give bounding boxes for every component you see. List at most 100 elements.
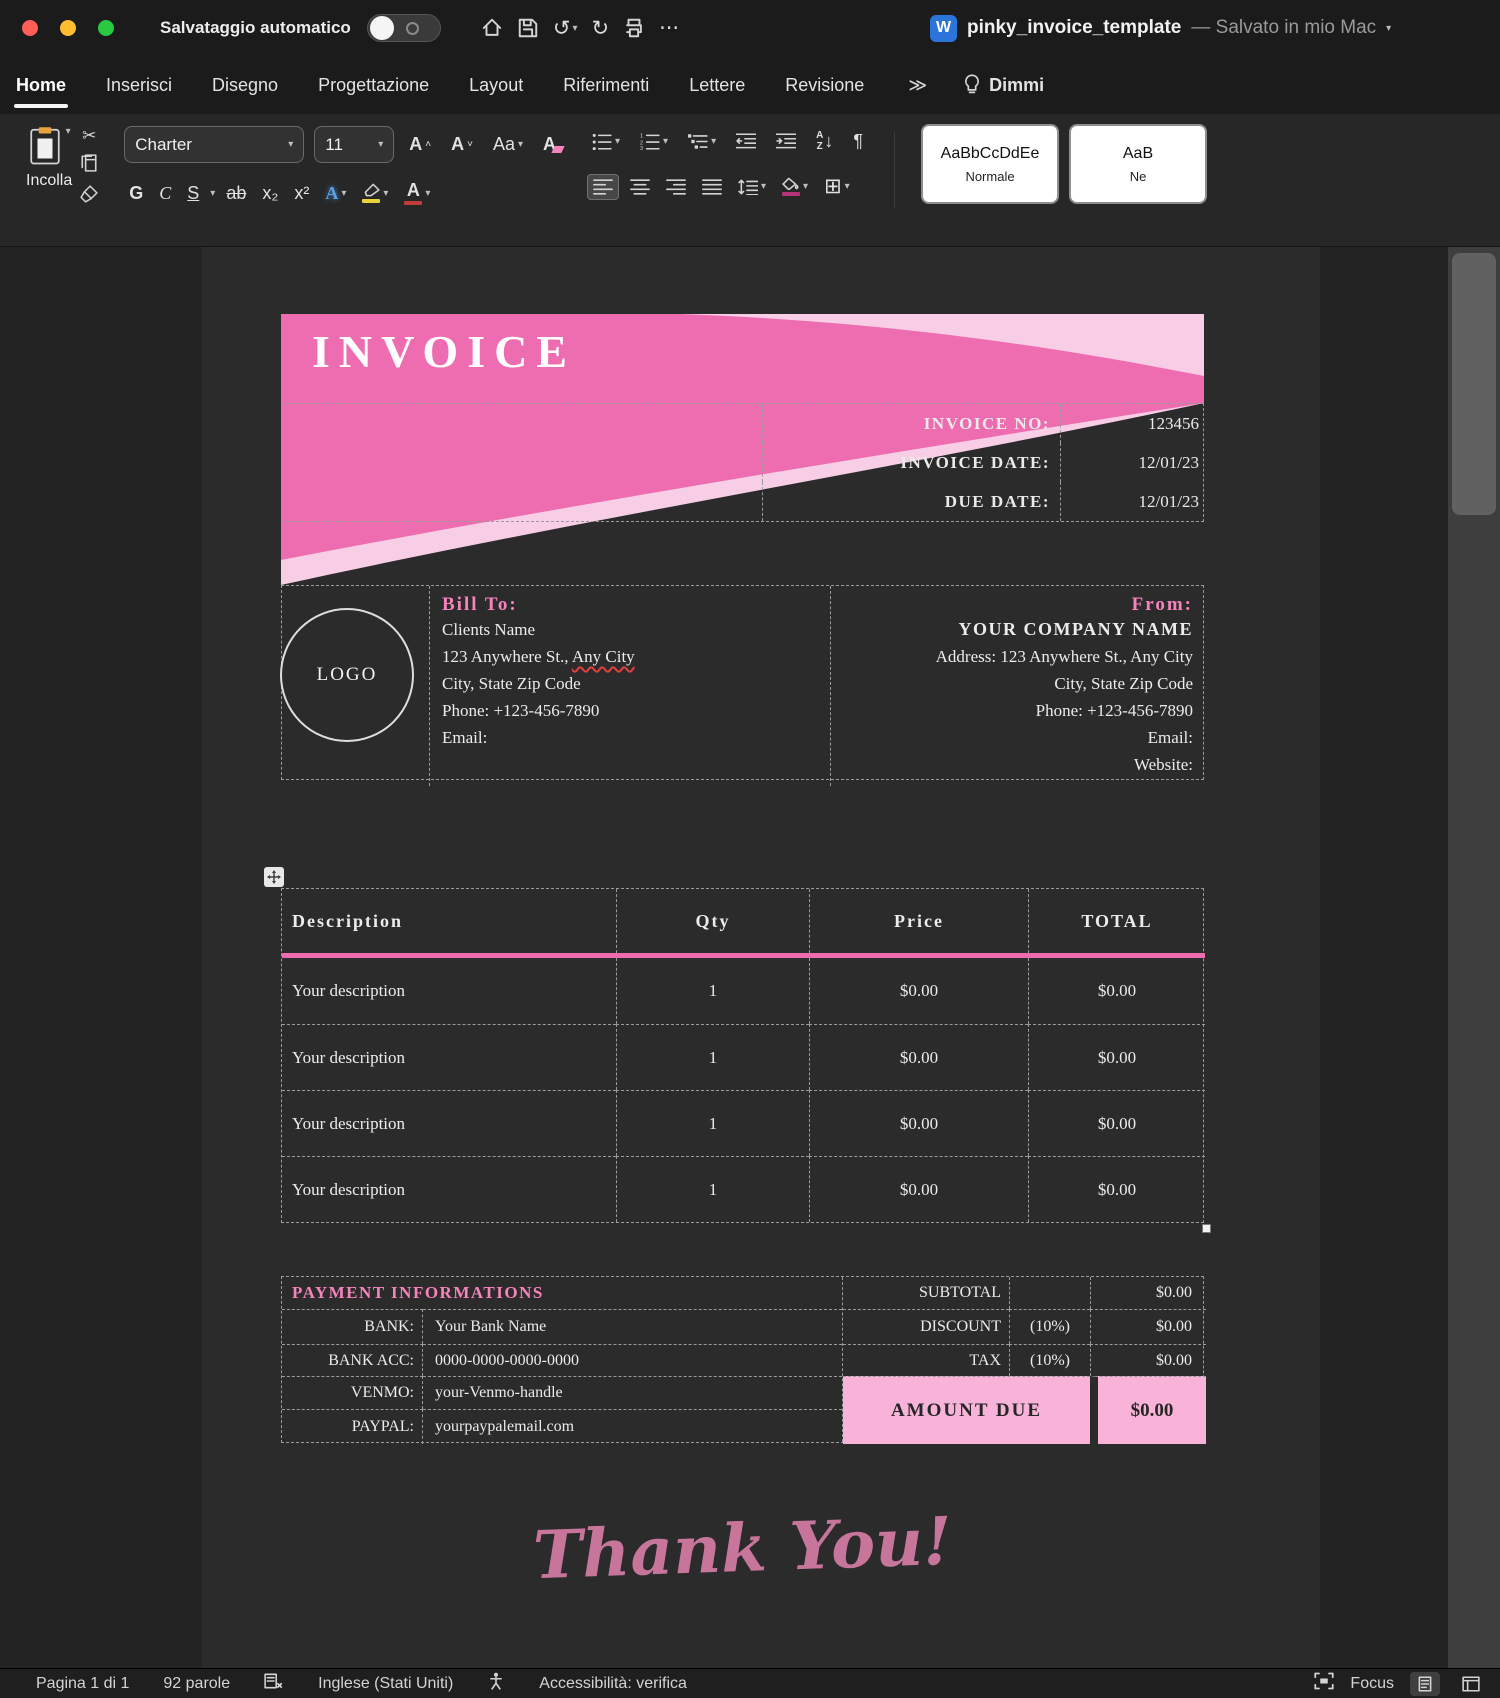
numbering-button[interactable]: 123▾ (635, 129, 673, 154)
tellme-button[interactable]: Dimmi (963, 74, 1044, 96)
item-total[interactable]: $0.00 (1028, 1156, 1205, 1222)
fullscreen-button[interactable] (98, 20, 114, 36)
tab-riferimenti[interactable]: Riferimenti (561, 69, 651, 102)
multilevel-list-button[interactable]: ▾ (683, 129, 721, 154)
superscript-button[interactable]: x² (289, 179, 314, 208)
document-title-chip[interactable]: W pinky_invoice_template — Salvato in mi… (930, 0, 1391, 56)
show-formatting-marks-button[interactable]: ¶ (848, 127, 868, 156)
style-normal[interactable]: AaBbCcDdEe Normale (923, 126, 1057, 202)
items-table[interactable]: Description Qty Price TOTAL Your descrip… (281, 888, 1204, 1223)
print-button[interactable] (623, 17, 645, 39)
from-cell[interactable]: From: YOUR COMPANY NAME Address: 123 Any… (830, 586, 1205, 786)
item-description[interactable]: Your description (282, 1024, 616, 1090)
invoice-no-value[interactable]: 123456 (1060, 404, 1205, 443)
align-center-button[interactable] (625, 175, 655, 199)
undo-button[interactable]: ↺▾ (553, 16, 578, 40)
copy-button[interactable] (80, 154, 98, 176)
tab-inserisci[interactable]: Inserisci (104, 69, 174, 102)
tab-disegno[interactable]: Disegno (210, 69, 280, 102)
scrollbar-thumb[interactable] (1452, 253, 1496, 515)
clear-formatting-button[interactable]: A (538, 130, 561, 159)
align-right-button[interactable] (661, 175, 691, 199)
font-name-select[interactable]: Charter▾ (124, 126, 304, 163)
parties-table[interactable]: Bill To: Clients Name 123 Anywhere St., … (281, 585, 1204, 780)
italic-button[interactable]: C (154, 179, 176, 208)
format-painter-button[interactable] (80, 185, 98, 207)
discount-pct[interactable]: (10%) (1009, 1309, 1090, 1344)
increase-indent-button[interactable] (771, 129, 801, 154)
sort-button[interactable]: AZ↓ (811, 126, 838, 156)
borders-button[interactable]: ⊞▾ (819, 170, 855, 203)
venmo-value[interactable]: your-Venmo-handle (423, 1376, 842, 1409)
tab-lettere[interactable]: Lettere (687, 69, 747, 102)
align-justify-button[interactable] (697, 175, 727, 199)
strikethrough-button[interactable]: ab (221, 179, 251, 208)
word-count[interactable]: 92 parole (163, 1675, 230, 1693)
tab-home[interactable]: Home (14, 69, 68, 102)
language-indicator[interactable]: Inglese (Stati Uniti) (318, 1675, 453, 1693)
payment-table[interactable]: PAYMENT INFORMATIONS BANK: Your Bank Nam… (281, 1276, 1204, 1443)
page-indicator[interactable]: Pagina 1 di 1 (36, 1675, 129, 1693)
close-button[interactable] (22, 20, 38, 36)
table-move-handle[interactable] (264, 867, 284, 887)
document-page[interactable]: INVOICE INVOICE NO: 123456 INVOICE DATE:… (202, 247, 1320, 1668)
item-qty[interactable]: 1 (616, 1024, 809, 1090)
item-price[interactable]: $0.00 (809, 1156, 1028, 1222)
tax-pct[interactable]: (10%) (1009, 1344, 1090, 1376)
tab-layout[interactable]: Layout (467, 69, 525, 102)
due-date-value[interactable]: 12/01/23 (1060, 482, 1205, 521)
focus-button[interactable]: Focus (1350, 1675, 1394, 1693)
item-price[interactable]: $0.00 (809, 1090, 1028, 1156)
tab-progettazione[interactable]: Progettazione (316, 69, 431, 102)
amount-due-value[interactable]: $0.00 (1090, 1376, 1206, 1444)
underline-button[interactable]: S (182, 179, 204, 208)
item-price[interactable]: $0.00 (809, 958, 1028, 1024)
item-qty[interactable]: 1 (616, 1156, 809, 1222)
document-canvas[interactable]: INVOICE INVOICE NO: 123456 INVOICE DATE:… (0, 247, 1500, 1668)
autosave-toggle[interactable] (367, 14, 441, 42)
font-color-button[interactable]: A ▾ (399, 177, 435, 209)
font-size-select[interactable]: 11▾ (314, 126, 394, 163)
discount-value[interactable]: $0.00 (1090, 1309, 1206, 1344)
bank-acc-value[interactable]: 0000-0000-0000-0000 (423, 1344, 842, 1376)
more-tabs-icon[interactable]: ≫ (908, 75, 927, 96)
item-qty[interactable]: 1 (616, 1090, 809, 1156)
item-price[interactable]: $0.00 (809, 1024, 1028, 1090)
cut-button[interactable]: ✂ (80, 128, 98, 145)
shading-button[interactable]: ▾ (777, 173, 813, 200)
change-case-button[interactable]: Aa▾ (488, 130, 528, 159)
minimize-button[interactable] (60, 20, 76, 36)
bill-to-cell[interactable]: Bill To: Clients Name 123 Anywhere St., … (429, 586, 830, 786)
web-layout-view-button[interactable] (1456, 1672, 1486, 1696)
bold-button[interactable]: G (124, 179, 148, 208)
tax-value[interactable]: $0.00 (1090, 1344, 1206, 1376)
item-total[interactable]: $0.00 (1028, 1024, 1205, 1090)
item-description[interactable]: Your description (282, 1090, 616, 1156)
highlight-button[interactable]: ▾ (357, 179, 393, 207)
decrease-indent-button[interactable] (731, 129, 761, 154)
shrink-font-button[interactable]: A˅ (446, 130, 478, 159)
redo-button[interactable]: ↻ (591, 16, 609, 40)
accessibility-status[interactable]: Accessibilità: verifica (539, 1675, 687, 1693)
item-description[interactable]: Your description (282, 958, 616, 1024)
tab-revisione[interactable]: Revisione (783, 69, 866, 102)
print-layout-view-button[interactable] (1410, 1672, 1440, 1696)
table-resize-handle[interactable] (1202, 1224, 1211, 1233)
item-total[interactable]: $0.00 (1028, 958, 1205, 1024)
bullets-button[interactable]: ▾ (587, 129, 625, 154)
home-button[interactable] (481, 17, 503, 39)
save-button[interactable] (517, 17, 539, 39)
text-effects-button[interactable]: A▾ (320, 179, 351, 208)
subtotal-value[interactable]: $0.00 (1090, 1277, 1206, 1309)
item-total[interactable]: $0.00 (1028, 1090, 1205, 1156)
logo-placeholder[interactable]: LOGO (280, 608, 414, 742)
align-left-button[interactable] (587, 174, 619, 200)
subscript-button[interactable]: x₂ (257, 179, 283, 208)
grow-font-button[interactable]: A˄ (404, 130, 436, 159)
item-description[interactable]: Your description (282, 1156, 616, 1222)
item-qty[interactable]: 1 (616, 958, 809, 1024)
bank-value[interactable]: Your Bank Name (423, 1309, 842, 1344)
line-spacing-button[interactable]: ▾ (733, 175, 771, 199)
invoice-date-value[interactable]: 12/01/23 (1060, 443, 1205, 482)
proofing-icon[interactable] (264, 1672, 284, 1695)
